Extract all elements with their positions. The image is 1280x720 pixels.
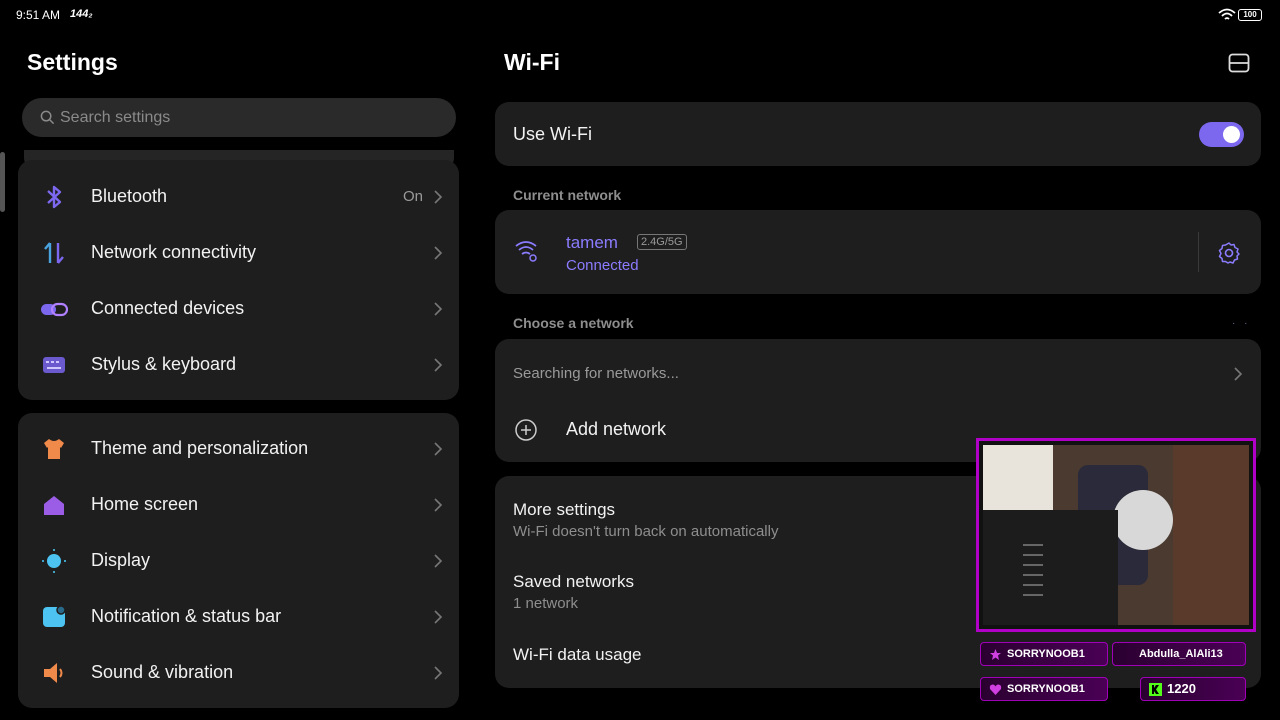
settings-title: Settings xyxy=(27,49,118,75)
divider xyxy=(1198,232,1199,272)
kick-logo-icon xyxy=(1149,683,1162,696)
current-network-card[interactable]: tamem 2.4G/5G Connected xyxy=(495,210,1261,294)
toggle-knob xyxy=(1223,126,1240,143)
search-input[interactable] xyxy=(60,98,440,137)
status-time: 9:51 AM xyxy=(16,8,61,22)
chevron-right-icon xyxy=(434,498,443,512)
chevron-right-icon xyxy=(434,190,443,204)
network-name: tamem xyxy=(566,233,618,252)
searching-networks-text: Searching for networks... xyxy=(513,365,679,382)
settings-item-stylus-keyboard[interactable]: Stylus & keyboard xyxy=(18,337,459,393)
settings-item-label: Connected devices xyxy=(91,298,245,318)
wifi-status-icon xyxy=(1218,8,1236,20)
settings-item-network[interactable]: Network connectivity xyxy=(18,225,459,281)
settings-item-label: Theme and personalization xyxy=(91,438,309,458)
loading-indicator: · · xyxy=(1232,318,1251,329)
chevron-right-icon xyxy=(434,246,443,260)
settings-item-notification[interactable]: Notification & status bar xyxy=(18,589,459,645)
settings-item-connected-devices[interactable]: Connected devices xyxy=(18,281,459,337)
wifi-toggle[interactable] xyxy=(1199,122,1244,147)
saved-networks-title[interactable]: Saved networks xyxy=(513,572,634,592)
gear-icon[interactable] xyxy=(1217,241,1241,265)
settings-item-label: Network connectivity xyxy=(91,242,257,262)
chevron-right-icon xyxy=(434,358,443,372)
settings-item-value: On xyxy=(402,188,423,205)
add-network-button[interactable]: Add network xyxy=(566,419,666,440)
network-icon xyxy=(44,242,64,264)
sound-icon xyxy=(44,663,63,683)
chevron-right-icon xyxy=(434,442,443,456)
settings-item-home-screen[interactable]: Home screen xyxy=(18,477,459,533)
status-bar: 9:51 AM 144₂ 100 xyxy=(0,0,1280,30)
settings-item-label: Display xyxy=(91,550,151,570)
choose-network-header: Choose a network xyxy=(513,315,634,331)
settings-item-theme[interactable]: Theme and personalization xyxy=(18,421,459,477)
theme-icon xyxy=(44,439,64,459)
keyboard-icon xyxy=(43,357,65,373)
chevron-right-icon xyxy=(434,666,443,680)
split-view-icon[interactable] xyxy=(1228,53,1250,73)
webcam-video xyxy=(983,445,1249,625)
search-icon xyxy=(40,110,55,125)
current-network-header: Current network xyxy=(513,187,622,203)
stream-badge: SORRYNOOB1 xyxy=(980,642,1108,666)
star-icon xyxy=(990,649,1001,660)
settings-item-display[interactable]: Display xyxy=(18,533,459,589)
chevron-right-icon xyxy=(1234,367,1243,381)
chevron-right-icon xyxy=(434,554,443,568)
home-icon xyxy=(44,496,64,515)
display-icon xyxy=(42,549,66,573)
stream-badge: 1220 xyxy=(1140,677,1246,701)
more-settings-title[interactable]: More settings xyxy=(513,500,615,520)
stream-badge: Abdulla_AlAli13 xyxy=(1112,642,1246,666)
refresh-rate-indicator: 144₂ xyxy=(70,8,93,20)
stream-username: SORRYNOOB1 xyxy=(1007,648,1085,660)
use-wifi-card[interactable]: Use Wi-Fi xyxy=(495,102,1261,166)
stream-username: SORRYNOOB1 xyxy=(1007,683,1085,695)
webcam-overlay xyxy=(976,438,1256,632)
network-status: Connected xyxy=(566,257,639,274)
settings-item-label: Home screen xyxy=(91,494,199,514)
battery-icon: 100 xyxy=(1238,9,1262,21)
wifi-network-icon xyxy=(515,241,537,262)
chevron-right-icon xyxy=(434,610,443,624)
settings-item-label: Notification & status bar xyxy=(91,606,282,626)
stream-username: Abdulla_AlAli13 xyxy=(1139,648,1223,660)
wifi-page-title: Wi-Fi xyxy=(504,49,560,75)
wifi-data-usage[interactable]: Wi-Fi data usage xyxy=(513,645,642,665)
scroll-indicator[interactable] xyxy=(0,152,5,212)
chevron-right-icon xyxy=(434,302,443,316)
settings-item-bluetooth[interactable]: Bluetooth On xyxy=(18,169,459,225)
saved-networks-subtitle: 1 network xyxy=(513,595,579,612)
use-wifi-label: Use Wi-Fi xyxy=(513,124,592,144)
settings-item-label: Stylus & keyboard xyxy=(91,354,237,374)
network-band-badge: 2.4G/5G xyxy=(637,234,687,250)
notification-icon xyxy=(43,605,66,627)
settings-item-label: Sound & vibration xyxy=(91,662,234,682)
heart-icon xyxy=(989,684,1002,695)
settings-item-label: Bluetooth xyxy=(91,186,168,206)
stream-count: 1220 xyxy=(1167,681,1196,696)
settings-item-sound[interactable]: Sound & vibration xyxy=(18,645,459,701)
stream-badge: SORRYNOOB1 xyxy=(980,677,1108,701)
more-settings-subtitle: Wi-Fi doesn't turn back on automatically xyxy=(513,523,779,540)
search-bar[interactable] xyxy=(22,98,456,137)
bluetooth-icon xyxy=(47,185,62,209)
connected-devices-icon xyxy=(41,302,68,317)
add-circle-icon xyxy=(515,419,537,441)
